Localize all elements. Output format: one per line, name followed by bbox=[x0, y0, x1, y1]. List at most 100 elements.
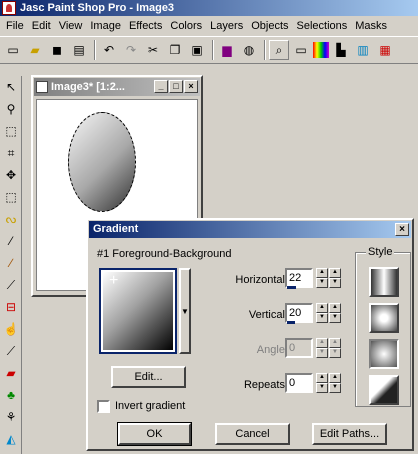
redo-icon[interactable]: ↷ bbox=[121, 40, 141, 60]
dialog-title-bar[interactable]: Gradient × bbox=[89, 221, 411, 238]
undo-icon[interactable]: ↶ bbox=[99, 40, 119, 60]
cancel-button[interactable]: Cancel bbox=[215, 423, 290, 445]
spin-up-icon[interactable]: ▲ bbox=[316, 373, 328, 383]
overview-icon[interactable]: ▭ bbox=[291, 40, 311, 60]
tool-options-icon[interactable]: ▦ bbox=[375, 40, 395, 60]
layers-icon[interactable]: ▥ bbox=[353, 40, 373, 60]
toolbox: ↖ ⚲ ⬚ ⌗ ✥ ⬚ ᔓ ⁄ ∕ ⟋ ⊟ ☝ ⟋ ▰ ♣ ⚘ ◭ bbox=[0, 76, 22, 454]
zoom-icon[interactable]: ⌕ bbox=[269, 40, 289, 60]
selected-ellipse bbox=[68, 112, 136, 212]
spin-down-icon[interactable]: ▼ bbox=[316, 278, 328, 288]
horizontal-label: Horizontal: bbox=[235, 274, 288, 286]
repeats-label: Repeats: bbox=[243, 379, 288, 391]
horizontal-spinner[interactable]: ▲ ▼ bbox=[316, 268, 328, 288]
spin-up-icon[interactable]: ▲ bbox=[316, 303, 328, 313]
menu-selections[interactable]: Selections bbox=[293, 20, 352, 32]
repeats-slider-popout[interactable]: ▲ ▼ bbox=[329, 373, 341, 393]
paste-icon[interactable]: ▣ bbox=[187, 40, 207, 60]
arrow-up-icon[interactable]: ▲ bbox=[329, 268, 341, 278]
repeats-spinner[interactable]: ▲ ▼ bbox=[316, 373, 328, 393]
deformation-icon[interactable]: ⬚ bbox=[1, 120, 21, 142]
arrow-down-icon[interactable]: ▼ bbox=[329, 278, 341, 288]
menu-file[interactable]: File bbox=[2, 20, 28, 32]
close-icon[interactable]: × bbox=[395, 223, 409, 236]
menu-bar: File Edit View Image Effects Colors Laye… bbox=[0, 16, 418, 35]
menu-image[interactable]: Image bbox=[86, 20, 125, 32]
close-icon[interactable]: × bbox=[184, 80, 198, 93]
clone-brush-icon[interactable]: ⟋ bbox=[1, 274, 21, 296]
scratch-remover-icon[interactable]: ⟋ bbox=[1, 340, 21, 362]
freehand-icon[interactable]: ᔓ bbox=[1, 208, 21, 230]
gradient-preview-swatch bbox=[103, 272, 173, 350]
vertical-slider-popout[interactable]: ▲ ▼ bbox=[329, 303, 341, 323]
spin-down-icon: ▼ bbox=[316, 348, 328, 358]
edit-gradient-button[interactable]: Edit... bbox=[111, 366, 186, 388]
arrow-down-icon[interactable]: ▼ bbox=[329, 313, 341, 323]
print-icon[interactable]: ▤ bbox=[69, 40, 89, 60]
rectangular-gradient-icon[interactable] bbox=[369, 303, 399, 333]
horizontal-slider-popout[interactable]: ▲ ▼ bbox=[329, 268, 341, 288]
color-palette-icon[interactable] bbox=[313, 42, 329, 58]
repeats-input[interactable]: 0 bbox=[285, 373, 313, 393]
edit-paths-button[interactable]: Edit Paths... bbox=[312, 423, 387, 445]
zoom-icon[interactable]: ⚲ bbox=[1, 98, 21, 120]
cut-icon[interactable]: ✂ bbox=[143, 40, 163, 60]
menu-effects[interactable]: Effects bbox=[125, 20, 166, 32]
menu-layers[interactable]: Layers bbox=[206, 20, 247, 32]
picture-tube-icon[interactable]: ♣ bbox=[1, 384, 21, 406]
menu-view[interactable]: View bbox=[55, 20, 87, 32]
horizontal-input[interactable]: 22 bbox=[285, 268, 313, 288]
retouch-icon[interactable]: ☝ bbox=[1, 318, 21, 340]
angle-label: Angle: bbox=[256, 344, 288, 356]
arrow-up-icon[interactable]: ▲ bbox=[329, 303, 341, 313]
paintbrush-icon[interactable]: ∕ bbox=[1, 252, 21, 274]
airbrush-icon[interactable]: ⚘ bbox=[1, 406, 21, 428]
eyedropper-icon[interactable]: ⁄ bbox=[1, 230, 21, 252]
menu-masks[interactable]: Masks bbox=[351, 20, 391, 32]
chevron-down-icon[interactable]: ▼ bbox=[179, 268, 191, 354]
arrow-icon[interactable]: ↖ bbox=[1, 76, 21, 98]
flood-fill-icon[interactable]: ◭ bbox=[1, 428, 21, 450]
toolbar-separator bbox=[212, 40, 214, 60]
invert-gradient-checkbox[interactable] bbox=[97, 400, 110, 413]
menu-objects[interactable]: Objects bbox=[247, 20, 292, 32]
copy-icon[interactable]: ❐ bbox=[165, 40, 185, 60]
sunburst-gradient-icon[interactable] bbox=[369, 375, 399, 405]
horizontal-level-bar bbox=[287, 286, 296, 289]
browse-icon[interactable]: ◍ bbox=[239, 40, 259, 60]
app-title: Jasc Paint Shop Pro - Image3 bbox=[20, 2, 175, 14]
arrow-up-icon[interactable]: ▲ bbox=[329, 373, 341, 383]
gradient-name: #1 Foreground-Background bbox=[97, 248, 232, 260]
color-replacer-icon[interactable]: ⊟ bbox=[1, 296, 21, 318]
spin-up-icon: ▲ bbox=[316, 338, 328, 348]
mover-icon[interactable]: ✥ bbox=[1, 164, 21, 186]
save-icon[interactable]: ◼ bbox=[47, 40, 67, 60]
selection-icon[interactable]: ⬚ bbox=[1, 186, 21, 208]
gradient-preview[interactable] bbox=[99, 268, 177, 354]
app-title-bar: Jasc Paint Shop Pro - Image3 bbox=[0, 0, 418, 16]
style-group: Style bbox=[355, 246, 411, 407]
angle-input: 0 bbox=[285, 338, 313, 358]
image-window-title-bar[interactable]: Image3* [1:2... _ □ × bbox=[34, 78, 200, 96]
ok-button[interactable]: OK bbox=[117, 422, 192, 446]
vertical-spinner[interactable]: ▲ ▼ bbox=[316, 303, 328, 323]
minimize-icon[interactable]: _ bbox=[154, 80, 168, 93]
full-screen-icon[interactable]: ▆ bbox=[217, 40, 237, 60]
arrow-down-icon[interactable]: ▼ bbox=[329, 383, 341, 393]
toolbar-separator bbox=[264, 40, 266, 60]
vertical-input[interactable]: 20 bbox=[285, 303, 313, 323]
eraser-icon[interactable]: ▰ bbox=[1, 362, 21, 384]
image-document-icon bbox=[36, 81, 48, 93]
open-icon[interactable]: ▰ bbox=[25, 40, 45, 60]
crop-icon[interactable]: ⌗ bbox=[1, 142, 21, 164]
spin-up-icon[interactable]: ▲ bbox=[316, 268, 328, 278]
spin-down-icon[interactable]: ▼ bbox=[316, 313, 328, 323]
menu-edit[interactable]: Edit bbox=[28, 20, 55, 32]
menu-colors[interactable]: Colors bbox=[166, 20, 206, 32]
histogram-icon[interactable]: ▙ bbox=[331, 40, 351, 60]
new-icon[interactable]: ▭ bbox=[3, 40, 23, 60]
radial-gradient-icon[interactable] bbox=[369, 339, 399, 369]
spin-down-icon[interactable]: ▼ bbox=[316, 383, 328, 393]
linear-gradient-icon[interactable] bbox=[369, 267, 399, 297]
maximize-icon[interactable]: □ bbox=[169, 80, 183, 93]
